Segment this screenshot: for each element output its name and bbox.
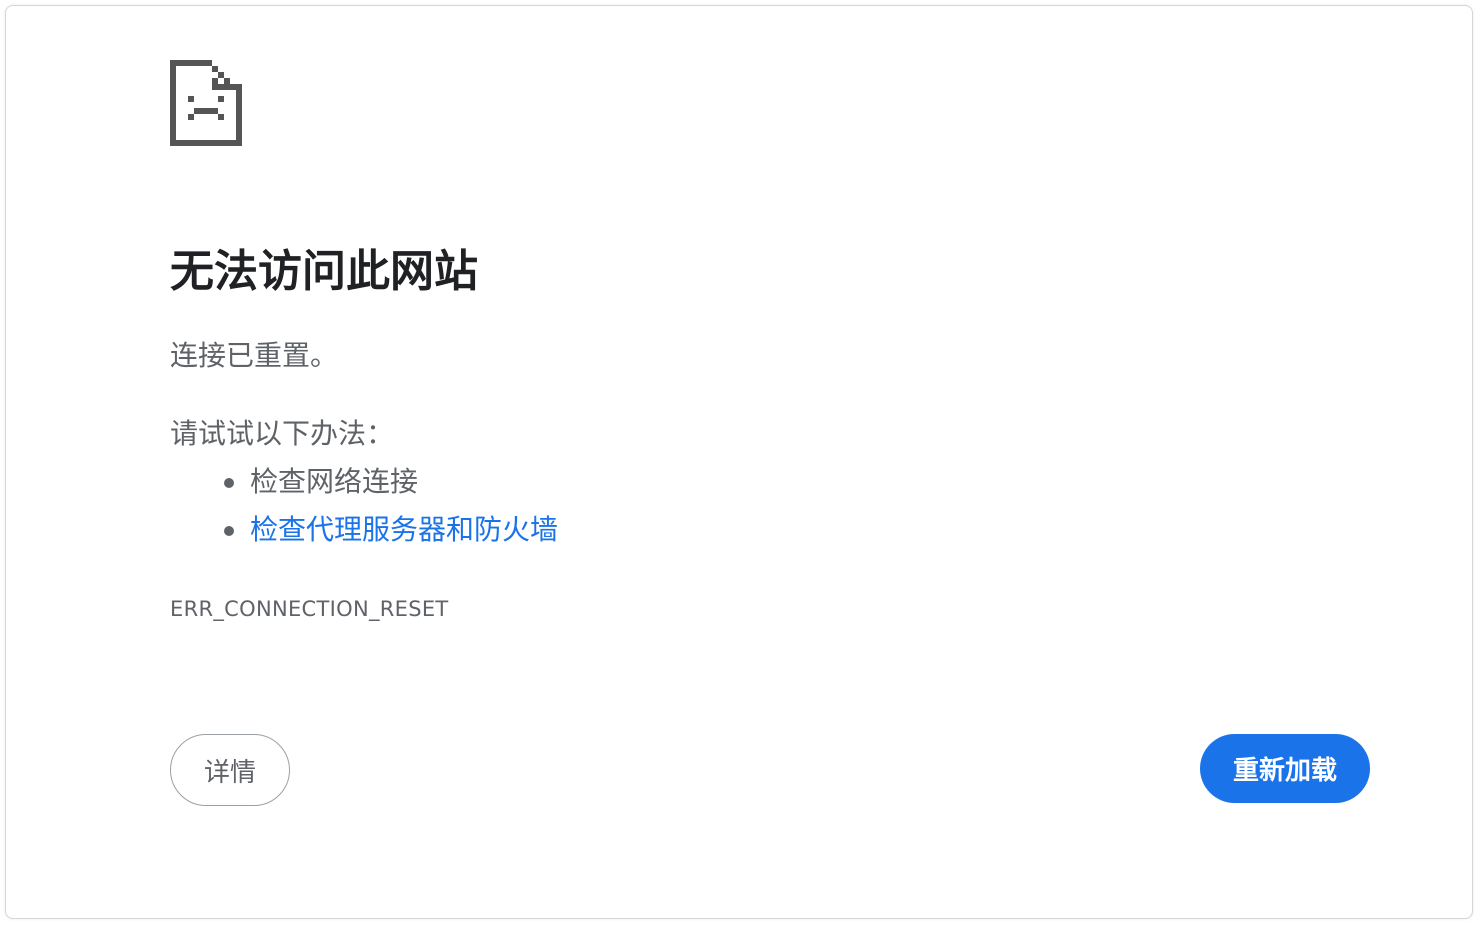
error-code: ERR_CONNECTION_RESET [170,597,449,621]
suggestions-heading: 请试试以下办法： [170,417,395,450]
bullet-icon [224,526,234,536]
error-title: 无法访问此网站 [170,246,478,297]
suggestion-check-network-text: 检查网络连接 [250,465,419,498]
details-button[interactable]: 详情 [170,734,290,806]
suggestion-item-check-network: 检查网络连接 [170,463,558,511]
suggestions-list: 检查网络连接 检查代理服务器和防火墙 [170,463,558,559]
sad-page-icon [170,60,242,146]
reload-button[interactable]: 重新加载 [1200,734,1370,803]
check-proxy-firewall-link[interactable]: 检查代理服务器和防火墙 [250,513,558,546]
error-message: 连接已重置。 [170,339,339,372]
bullet-icon [224,478,234,488]
suggestion-item-check-proxy: 检查代理服务器和防火墙 [170,511,558,559]
